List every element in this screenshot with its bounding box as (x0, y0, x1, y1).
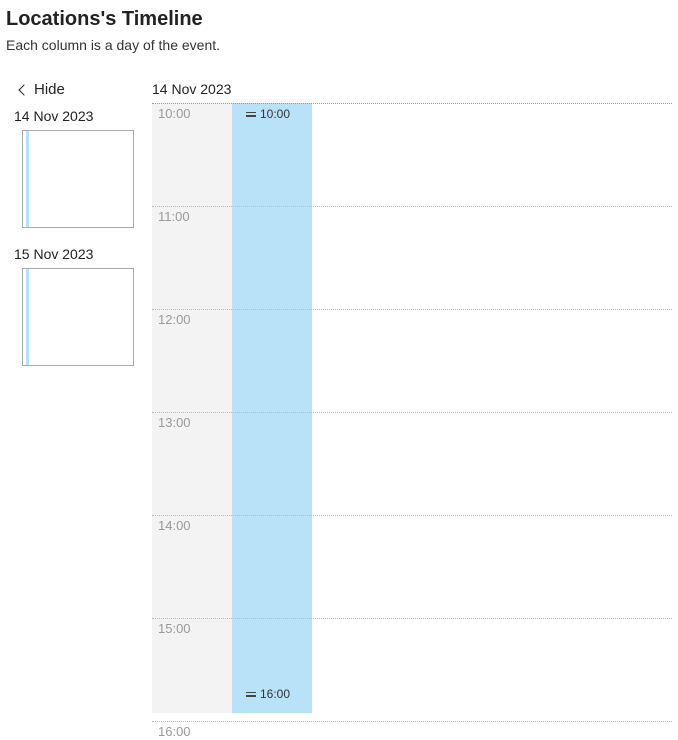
event-end-handle[interactable]: 16:00 (246, 687, 290, 701)
thumb-group-1: 15 Nov 2023 (6, 246, 136, 366)
hour-row: 14:00 (152, 515, 672, 516)
thumb-preview[interactable] (22, 130, 134, 228)
timeline-sidebar: Hide 14 Nov 2023 15 Nov 2023 (6, 81, 136, 723)
hour-row: 12:00 (152, 309, 672, 310)
event-start-handle[interactable]: 10:00 (246, 107, 290, 121)
event-end-time: 16:00 (260, 687, 290, 701)
event-start-time: 10:00 (260, 107, 290, 121)
hide-label: Hide (34, 81, 65, 98)
page-title: Locations's Timeline (6, 8, 672, 31)
hour-row: 15:00 (152, 618, 672, 619)
thumb-date: 14 Nov 2023 (6, 108, 136, 124)
timeline-main: 14 Nov 2023 10:00 16:00 10:0011:0012:001… (152, 81, 672, 723)
drag-handle-icon (246, 112, 256, 117)
hour-label: 12:00 (158, 312, 191, 327)
hour-row: 16:00 (152, 721, 672, 722)
timeline-event[interactable]: 10:00 16:00 (232, 103, 312, 713)
thumb-date: 15 Nov 2023 (6, 246, 136, 262)
hour-label: 11:00 (158, 209, 190, 224)
hour-label: 10:00 (158, 106, 191, 121)
hour-row: 13:00 (152, 412, 672, 413)
hour-label: 13:00 (158, 415, 191, 430)
thumb-group-0: 14 Nov 2023 (6, 108, 136, 228)
hour-row: 10:00 (152, 103, 672, 104)
timeline-date-header: 14 Nov 2023 (152, 81, 672, 97)
hour-label: 14:00 (158, 518, 191, 533)
hide-toggle[interactable]: Hide (6, 81, 136, 98)
thumb-preview[interactable] (22, 268, 134, 366)
thumb-event-bar (26, 269, 29, 365)
timeline-grid: 10:00 16:00 10:00 11:00 12:00 13:00 14:00 15:… (152, 103, 672, 723)
thumb-event-bar (26, 131, 29, 227)
drag-handle-icon (246, 692, 256, 697)
chevron-left-icon (18, 84, 29, 95)
page-subtitle: Each column is a day of the event. (6, 37, 672, 53)
hour-label: 15:00 (158, 621, 191, 636)
hour-label: 16:00 (158, 724, 191, 739)
hour-row: 11:00 (152, 206, 672, 207)
